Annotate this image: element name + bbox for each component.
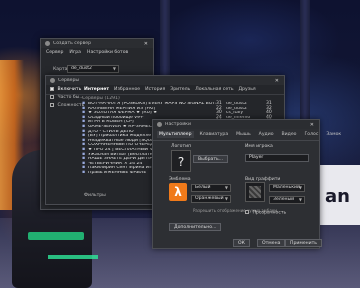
tab-mouse[interactable]: Мышь — [234, 131, 253, 138]
map-label: Карта — [53, 67, 68, 72]
avatar: ? — [171, 150, 191, 172]
tab-internet[interactable]: Интернет — [84, 87, 109, 92]
player-name-label: Имя игрока — [245, 144, 273, 149]
settings-tabs: Мультиплеер Клавиатура Мышь Аудио Видео … — [153, 129, 341, 141]
player-name-field[interactable]: Player — [245, 154, 309, 162]
chevron-down-icon: ▼ — [224, 196, 228, 201]
tab-server[interactable]: Сервер — [46, 50, 63, 55]
map-select-value: de_dust2 — [71, 66, 92, 71]
chevron-down-icon: ▼ — [298, 197, 302, 202]
tab-favorites[interactable]: Избранное — [114, 87, 140, 92]
tab-bot-settings[interactable]: Настройки ботов — [87, 50, 128, 55]
checkbox-icon[interactable] — [50, 102, 54, 107]
sidebar-item-label: Часто бы... — [57, 95, 84, 100]
tab-voice[interactable]: Голос — [302, 131, 320, 138]
tab-spectate[interactable]: Зритель — [170, 87, 190, 92]
tab-keyboard[interactable]: Клавиатура — [198, 131, 231, 138]
close-icon[interactable]: ✕ — [309, 122, 315, 128]
sidebar-item-label: Включить — [57, 87, 82, 92]
sidebar-item-label: Сложность — [57, 103, 85, 108]
emblem-color-select[interactable]: Белый ▼ — [191, 184, 231, 192]
close-icon[interactable]: ✕ — [143, 41, 149, 47]
window-title: Настройки — [165, 122, 191, 127]
background-brand-text: an — [325, 186, 350, 207]
window-title: Создать сервер — [53, 41, 92, 46]
tab-friends[interactable]: Друзья — [239, 87, 256, 92]
checkbox-icon[interactable] — [50, 86, 54, 91]
tab-multiplayer[interactable]: Мультиплеер — [157, 131, 194, 138]
spray-color-value: Зеленый — [273, 197, 295, 202]
app-icon — [157, 122, 162, 127]
spray-preview — [245, 182, 265, 202]
emblem-label: Эмблема — [169, 177, 191, 182]
settings-titlebar[interactable]: Настройки ✕ — [153, 120, 319, 129]
app-icon — [50, 78, 55, 83]
background-soldier-belt — [28, 232, 84, 240]
lambda-logo-icon: λ — [169, 183, 187, 201]
advanced-button[interactable]: Дополнительно... — [169, 223, 222, 231]
tab-lock[interactable]: Замок — [324, 131, 343, 138]
emblem-color-2-value: Оранжевый — [195, 196, 224, 201]
background-soldier-glow — [48, 255, 98, 259]
close-icon[interactable]: ✕ — [274, 78, 280, 84]
map-select[interactable]: de_dust2 ▼ — [67, 65, 119, 73]
tab-video[interactable]: Видео — [280, 131, 299, 138]
tab-history[interactable]: История — [145, 87, 165, 92]
tab-audio[interactable]: Аудио — [257, 131, 276, 138]
window-title: Серверы — [58, 78, 80, 83]
filters-label[interactable]: Фильтры — [84, 193, 106, 198]
apply-button[interactable]: Применить — [285, 239, 323, 247]
cancel-button[interactable]: Отмена — [257, 239, 286, 247]
ok-button[interactable]: ОК — [233, 239, 250, 247]
logo-label: Логотип — [171, 144, 192, 149]
sidebar-item-frequent[interactable]: Часто бы... — [50, 94, 84, 102]
hint-text: Разрешить отображение чужих эмблем — [193, 208, 278, 213]
chevron-down-icon: ▼ — [112, 66, 116, 71]
chevron-down-icon: ▼ — [298, 185, 302, 190]
create-server-titlebar[interactable]: Создать сервер ✕ — [41, 39, 153, 48]
servers-titlebar[interactable]: Серверы ✕ — [46, 76, 284, 85]
settings-window: Настройки ✕ Мультиплеер Клавиатура Мышь … — [152, 119, 341, 249]
emblem-color-value: Белый — [195, 185, 211, 190]
select-button[interactable]: Выбрать... — [193, 155, 229, 163]
spray-size-select[interactable]: Маленький ▼ — [269, 184, 305, 192]
emblem-color-2-select[interactable]: Оранжевый ▼ — [191, 195, 231, 203]
sidebar-item-difficulty[interactable]: Сложность — [50, 102, 85, 110]
spray-color-select[interactable]: Зеленый ▼ — [269, 196, 305, 204]
servers-sidebar: Включить Часто бы... Сложность — [50, 86, 85, 110]
chevron-down-icon: ▼ — [224, 185, 228, 190]
spray-size-value: Маленький — [273, 185, 300, 190]
tab-game[interactable]: Игра — [69, 50, 81, 55]
app-icon — [45, 41, 50, 46]
create-server-tabs: Сервер Игра Настройки ботов — [41, 48, 153, 57]
tab-lan[interactable]: Локальная сеть — [195, 87, 233, 92]
checkbox-icon[interactable] — [50, 94, 54, 99]
sidebar-item-enable[interactable]: Включить — [50, 86, 82, 94]
